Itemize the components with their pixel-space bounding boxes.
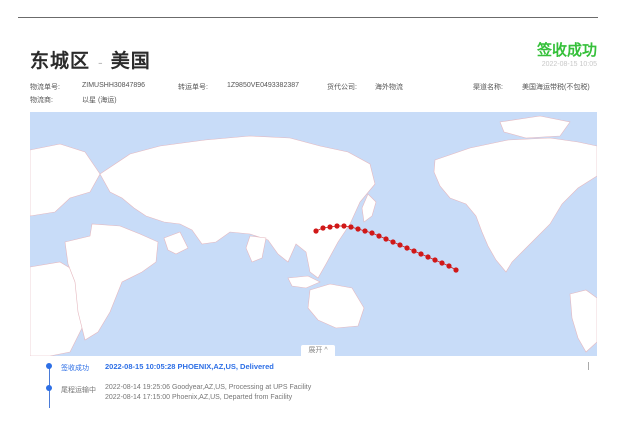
route-point-16 [425, 254, 431, 260]
route-point-12 [397, 242, 403, 248]
carrier-value: 以星 (海运) [82, 97, 117, 104]
route-point-5 [348, 224, 354, 230]
timeline-status-delivered: 签收成功 [61, 365, 89, 372]
route-point-9 [376, 233, 382, 239]
timeline-entry-delivered: 2022-08-15 10:05:28 PHOENIX,AZ,US, Deliv… [105, 362, 274, 371]
route-point-13 [404, 245, 410, 251]
timeline-dot-delivered [46, 363, 52, 369]
status-badge: 签收成功 [536, 42, 597, 59]
timeline-entry-processing: 2022-08-14 19:25:06 Goodyear,AZ,US, Proc… [105, 384, 312, 391]
cargo-company-label: 货代公司: [327, 84, 357, 91]
timeline-status-in-transit: 尾程运输中 [61, 387, 96, 394]
route-point-8 [369, 230, 375, 236]
route-point-1 [320, 225, 326, 231]
route-point-20 [453, 267, 459, 273]
status-timestamp: 2022-08-15 10:05 [541, 61, 597, 68]
route-point-14 [411, 248, 417, 254]
route-point-19 [446, 263, 452, 269]
carrier-label: 物流商: [30, 97, 53, 104]
origin-city: 东城区 [30, 51, 91, 72]
route-point-15 [418, 251, 424, 257]
destination-country: 美国 [110, 51, 151, 72]
logistics-no-label: 物流单号: [30, 84, 60, 91]
world-map-svg [30, 112, 597, 356]
logistics-no-value: ZIMUSHH30847896 [82, 82, 146, 89]
timeline-entry-departed: 2022-08-14 17:15:00 Phoenix,AZ,US, Depar… [105, 394, 293, 401]
route-point-2 [327, 224, 333, 230]
timeline-dot-in-transit [46, 385, 52, 391]
route-point-7 [362, 228, 368, 234]
timeline-scrollbar[interactable] [588, 362, 589, 370]
route-point-11 [390, 239, 396, 245]
top-divider [18, 17, 598, 18]
channel-value: 美国海运带税(不包税) [522, 84, 590, 91]
transfer-no-value: 1Z9850VE0493382387 [227, 82, 300, 89]
route-separator: - [98, 54, 103, 70]
cargo-company-value: 海外物流 [375, 84, 403, 91]
route-point-10 [383, 236, 389, 242]
route-point-0 [313, 228, 319, 234]
route-point-3 [334, 223, 340, 229]
route-title: 东城区 - 美国 [30, 46, 151, 73]
transfer-no-label: 转运单号: [178, 84, 208, 91]
route-point-6 [355, 226, 361, 232]
route-point-18 [439, 260, 445, 266]
route-point-4 [341, 223, 347, 229]
world-map[interactable] [30, 112, 597, 356]
route-point-17 [432, 257, 438, 263]
tracking-timeline: 签收成功 2022-08-15 10:05:28 PHOENIX,AZ,US, … [30, 356, 597, 437]
channel-label: 渠道名称: [473, 84, 503, 91]
status-block: 签收成功 2022-08-15 10:05 [537, 42, 597, 68]
